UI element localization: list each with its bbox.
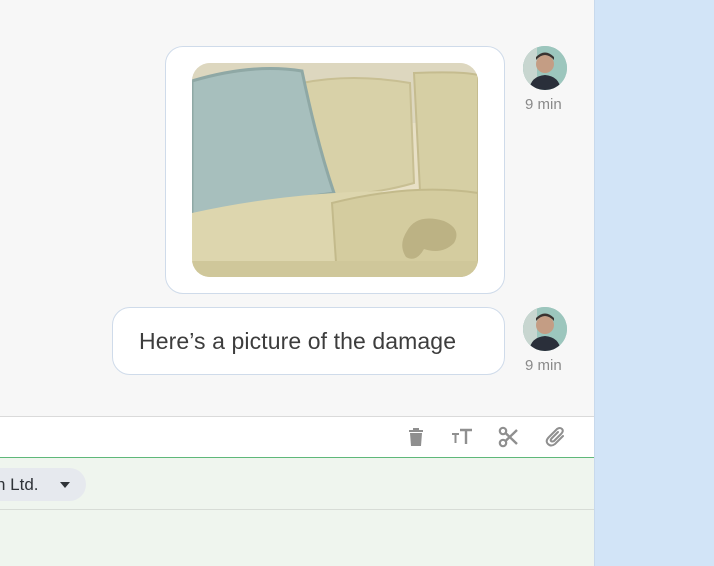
divider <box>0 509 594 510</box>
avatar[interactable] <box>523 46 567 90</box>
scissors-icon[interactable] <box>497 425 521 449</box>
right-side-panel <box>594 0 714 566</box>
paperclip-icon[interactable] <box>544 425 568 449</box>
sender-selector[interactable]: h Ltd. <box>0 468 86 501</box>
damage-photo[interactable] <box>192 63 478 277</box>
text-size-icon[interactable] <box>450 425 474 449</box>
avatar[interactable] <box>523 307 567 351</box>
caret-down-icon <box>60 482 70 488</box>
trash-icon[interactable] <box>404 425 428 449</box>
composer-body: h Ltd. <box>0 458 594 566</box>
message-timestamp: 9 min <box>525 357 562 374</box>
chat-pane: 9 min Here’s a picture of the damage 9 m… <box>0 0 594 566</box>
text-message-bubble: Here’s a picture of the damage <box>112 307 505 375</box>
message-timestamp: 9 min <box>525 96 562 113</box>
composer-toolbar <box>0 416 594 459</box>
message-text: Here’s a picture of the damage <box>139 328 457 354</box>
image-message-bubble <box>165 46 505 294</box>
sender-selector-label: h Ltd. <box>0 475 39 494</box>
